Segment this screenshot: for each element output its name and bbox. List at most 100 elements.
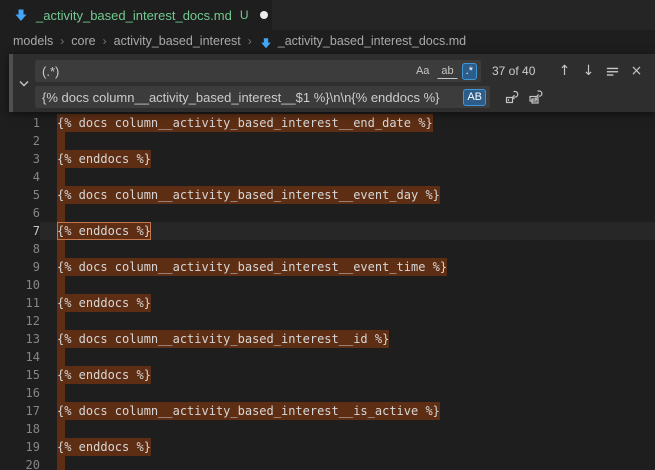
line-content: {% docs column__activity_based_interest_… [40, 114, 655, 132]
line-content: {% enddocs %} [40, 366, 655, 384]
code-line[interactable]: 20 [0, 456, 655, 470]
line-content [40, 312, 655, 330]
find-match-highlight [57, 420, 65, 438]
code-line[interactable]: 7{% enddocs %} [0, 222, 655, 240]
code-line[interactable]: 17 {% docs column__activity_based_interes… [0, 402, 655, 420]
find-input-value: (.*) [42, 64, 408, 79]
line-number: 14 [0, 348, 40, 366]
breadcrumb-separator: › [103, 34, 107, 48]
close-find-widget-button[interactable]: × [626, 61, 647, 82]
code-line[interactable]: 18 [0, 420, 655, 438]
find-match-highlight: {% enddocs %} [57, 438, 151, 456]
line-number: 19 [0, 438, 40, 456]
code-line[interactable]: 9{% docs column__activity_based_interest… [0, 258, 655, 276]
editor-window: _activity_based_interest_docs.md U model… [0, 0, 655, 470]
line-number: 8 [0, 240, 40, 258]
line-number: 10 [0, 276, 40, 294]
line-content [40, 384, 655, 402]
find-match-highlight: {% docs column__activity_based_interest_… [57, 186, 440, 204]
code-line[interactable]: 19 {% enddocs %} [0, 438, 655, 456]
line-content [40, 276, 655, 294]
line-number: 11 [0, 294, 40, 312]
unsaved-changes-dot[interactable] [260, 11, 268, 19]
breadcrumb-item-core[interactable]: core [71, 34, 95, 48]
breadcrumb-separator: › [248, 34, 252, 48]
breadcrumb-separator: › [60, 34, 64, 48]
match-count: 37 of 40 [492, 64, 535, 78]
find-match-highlight [57, 204, 65, 222]
find-match-highlight [57, 240, 65, 258]
replace-input[interactable]: {% docs column__activity_based_interest_… [35, 86, 490, 108]
code-line[interactable]: 16 [0, 384, 655, 402]
breadcrumb: models › core › activity_based_interest … [0, 30, 655, 51]
code-line[interactable]: 2 [0, 132, 655, 150]
line-number: 20 [0, 456, 40, 470]
arrow-up-icon: ↑ [559, 63, 571, 79]
next-match-button[interactable]: ↓ [578, 61, 599, 82]
line-content [40, 132, 655, 150]
line-content [40, 456, 655, 470]
line-content: {% docs column__activity_based_interest_… [40, 402, 655, 420]
line-number: 12 [0, 312, 40, 330]
toggle-replace-button[interactable] [13, 54, 35, 112]
markdown-file-icon [259, 36, 273, 50]
regex-toggle[interactable]: .* [462, 63, 477, 80]
code-line[interactable]: 13 {% docs column__activity_based_interes… [0, 330, 655, 348]
breadcrumb-item-models[interactable]: models [13, 34, 53, 48]
current-find-match: {% enddocs %} [57, 222, 151, 240]
replace-icon [504, 89, 520, 105]
code-line[interactable]: 11{% enddocs %} [0, 294, 655, 312]
breadcrumb-item-file[interactable]: _activity_based_interest_docs.md [278, 34, 466, 48]
code-line[interactable]: 5 {% docs column__activity_based_interest… [0, 186, 655, 204]
line-number: 13 [0, 330, 40, 348]
git-status-badge: U [240, 8, 249, 22]
find-match-highlight [57, 168, 65, 186]
line-number: 5 [0, 186, 40, 204]
find-match-highlight: {% docs column__activity_based_interest_… [57, 330, 389, 348]
line-content: {% enddocs %} [40, 438, 655, 456]
match-case-toggle[interactable]: Aa [412, 63, 433, 80]
find-match-highlight [57, 132, 65, 150]
code-line[interactable]: 3{% enddocs %} [0, 150, 655, 168]
find-in-selection-button[interactable] [602, 61, 623, 82]
code-lines: 1 {% docs column__activity_based_interest… [0, 114, 655, 470]
code-line[interactable]: 15 {% enddocs %} [0, 366, 655, 384]
preserve-case-toggle[interactable]: AB [463, 89, 486, 106]
find-match-highlight [57, 348, 65, 366]
find-match-highlight: {% enddocs %} [57, 366, 151, 384]
replace-button[interactable] [501, 87, 522, 108]
code-line[interactable]: 6 [0, 204, 655, 222]
line-content: {% enddocs %} [40, 222, 655, 240]
previous-match-button[interactable]: ↑ [554, 61, 575, 82]
find-match-highlight: {% docs column__activity_based_interest_… [57, 114, 433, 132]
line-content: {% enddocs %} [40, 150, 655, 168]
find-match-highlight: {% docs column__activity_based_interest_… [57, 402, 440, 420]
code-line[interactable]: 1 {% docs column__activity_based_interest… [0, 114, 655, 132]
line-content [40, 168, 655, 186]
line-number: 1 [0, 114, 40, 132]
chevron-down-icon [19, 80, 29, 87]
code-line[interactable]: 12 [0, 312, 655, 330]
tab-activity-based-interest-docs[interactable]: _activity_based_interest_docs.md U [0, 0, 272, 30]
find-match-highlight: {% enddocs %} [57, 150, 151, 168]
replace-all-icon [528, 89, 544, 105]
line-content [40, 348, 655, 366]
line-number: 4 [0, 168, 40, 186]
whole-word-toggle[interactable]: ab [437, 63, 457, 79]
line-content [40, 420, 655, 438]
markdown-file-icon [13, 7, 29, 23]
find-input[interactable]: (.*) Aa ab .* [35, 60, 481, 82]
code-line[interactable]: 8 [0, 240, 655, 258]
code-line[interactable]: 4 [0, 168, 655, 186]
line-number: 2 [0, 132, 40, 150]
code-line[interactable]: 14 [0, 348, 655, 366]
line-number: 15 [0, 366, 40, 384]
line-content: {% docs column__activity_based_interest_… [40, 258, 655, 276]
editor-pane[interactable]: 1 {% docs column__activity_based_interest… [0, 51, 655, 470]
line-number: 17 [0, 402, 40, 420]
code-line[interactable]: 10 [0, 276, 655, 294]
find-replace-widget: (.*) Aa ab .* 37 of 40 ↑ ↓ [9, 54, 655, 112]
breadcrumb-item-activity-based-interest[interactable]: activity_based_interest [114, 34, 241, 48]
replace-all-button[interactable] [525, 87, 546, 108]
find-match-highlight [57, 312, 65, 330]
